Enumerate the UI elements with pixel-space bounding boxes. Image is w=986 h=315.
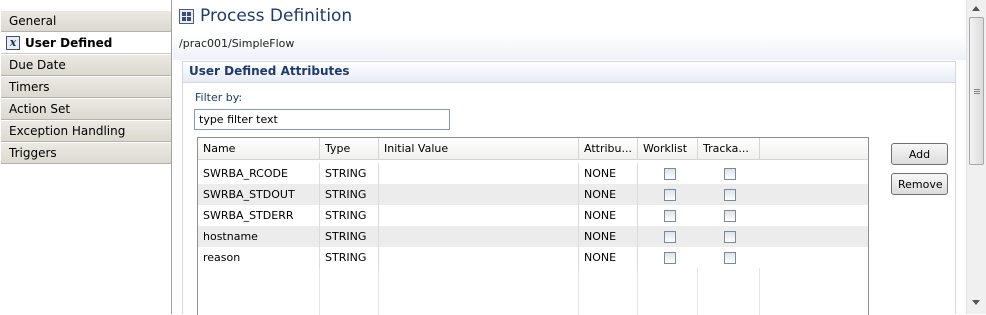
tab-label: Due Date xyxy=(9,58,66,72)
grip-line xyxy=(974,89,980,90)
scroll-up-arrow-icon[interactable] xyxy=(972,6,980,11)
variable-x-icon: x xyxy=(6,36,20,50)
column-header-name[interactable]: Name xyxy=(198,138,320,160)
cell-initial-value[interactable] xyxy=(379,184,579,205)
column-header-attribute[interactable]: Attribu... xyxy=(579,138,638,160)
tab-action-set[interactable]: Action Set xyxy=(1,99,171,120)
trackable-checkbox[interactable] xyxy=(724,210,736,222)
breadcrumb-path: /prac001/SimpleFlow xyxy=(179,37,295,50)
cell-attribute[interactable]: NONE xyxy=(579,205,638,226)
vertical-scrollbar[interactable] xyxy=(966,0,986,314)
table-row[interactable]: hostname STRING NONE xyxy=(198,226,868,247)
remove-button[interactable]: Remove xyxy=(891,173,948,195)
worklist-checkbox[interactable] xyxy=(664,210,676,222)
scroll-down-arrow-icon[interactable] xyxy=(972,300,980,305)
tab-exception-handling[interactable]: Exception Handling xyxy=(1,121,171,142)
table-row[interactable]: SWRBA_STDOUT STRING NONE xyxy=(198,184,868,205)
column-header-type[interactable]: Type xyxy=(320,138,379,160)
worklist-checkbox[interactable] xyxy=(664,189,676,201)
page-title: Process Definition xyxy=(200,6,353,26)
cell-attribute[interactable]: NONE xyxy=(579,184,638,205)
column-divider xyxy=(378,268,379,315)
cell-initial-value[interactable] xyxy=(379,247,579,268)
tab-label: Triggers xyxy=(9,146,57,160)
section-title: User Defined Attributes xyxy=(183,62,955,83)
cell-name[interactable]: reason xyxy=(198,247,320,268)
tab-user-defined-attributes[interactable]: x User Defined Attributes xyxy=(1,33,171,70)
add-button[interactable]: Add xyxy=(891,143,948,165)
column-divider xyxy=(759,268,760,315)
cell-initial-value[interactable] xyxy=(379,226,579,247)
column-header-trackable[interactable]: Tracka... xyxy=(698,138,760,160)
tab-label: Exception Handling xyxy=(9,124,126,138)
sidebar: General x User Defined Attributes Due Da… xyxy=(0,0,172,314)
table-row[interactable]: SWRBA_RCODE STRING NONE xyxy=(198,163,868,184)
worklist-checkbox[interactable] xyxy=(664,231,676,243)
tab-label: General xyxy=(9,14,57,28)
page-header: Process Definition /prac001/SimpleFlow xyxy=(173,0,966,60)
grip-line xyxy=(974,93,980,94)
cell-type[interactable]: STRING xyxy=(320,163,379,184)
table-row[interactable]: reason STRING NONE xyxy=(198,247,868,268)
column-divider xyxy=(637,268,638,315)
cell-attribute[interactable]: NONE xyxy=(579,247,638,268)
trackable-checkbox[interactable] xyxy=(724,168,736,180)
user-defined-attributes-section: User Defined Attributes Filter by: Name … xyxy=(182,61,956,315)
column-divider xyxy=(578,268,579,315)
cell-name[interactable]: SWRBA_STDERR xyxy=(198,205,320,226)
cell-name[interactable]: SWRBA_STDOUT xyxy=(198,184,320,205)
cell-attribute[interactable]: NONE xyxy=(579,163,638,184)
filter-label: Filter by: xyxy=(195,91,243,104)
cell-type[interactable]: STRING xyxy=(320,184,379,205)
column-divider xyxy=(319,268,320,315)
table-row[interactable]: SWRBA_STDERR STRING NONE xyxy=(198,205,868,226)
filter-input[interactable] xyxy=(194,109,450,130)
cell-type[interactable]: STRING xyxy=(320,247,379,268)
tab-general[interactable]: General xyxy=(1,11,171,32)
cell-name[interactable]: hostname xyxy=(198,226,320,247)
process-definition-icon xyxy=(179,9,194,24)
tab-timers[interactable]: Timers xyxy=(1,77,171,98)
trackable-checkbox[interactable] xyxy=(724,189,736,201)
cell-attribute[interactable]: NONE xyxy=(579,226,638,247)
column-header-worklist[interactable]: Worklist xyxy=(638,138,698,160)
tab-due-date[interactable]: Due Date xyxy=(1,55,171,76)
cell-type[interactable]: STRING xyxy=(320,205,379,226)
attributes-table: Name Type Initial Value Attribu... Workl… xyxy=(197,137,869,315)
column-divider xyxy=(697,268,698,315)
cell-name[interactable]: SWRBA_RCODE xyxy=(198,163,320,184)
cell-type[interactable]: STRING xyxy=(320,226,379,247)
trackable-checkbox[interactable] xyxy=(724,231,736,243)
worklist-checkbox[interactable] xyxy=(664,168,676,180)
tab-label: Timers xyxy=(9,80,50,94)
cell-initial-value[interactable] xyxy=(379,163,579,184)
scrollbar-thumb[interactable] xyxy=(969,17,984,165)
worklist-checkbox[interactable] xyxy=(664,252,676,264)
column-header-filler xyxy=(760,138,868,160)
column-header-initial-value[interactable]: Initial Value xyxy=(379,138,579,160)
grip-line xyxy=(974,91,980,92)
trackable-checkbox[interactable] xyxy=(724,252,736,264)
tab-label: Action Set xyxy=(9,102,71,116)
tab-triggers[interactable]: Triggers xyxy=(1,143,171,164)
cell-initial-value[interactable] xyxy=(379,205,579,226)
